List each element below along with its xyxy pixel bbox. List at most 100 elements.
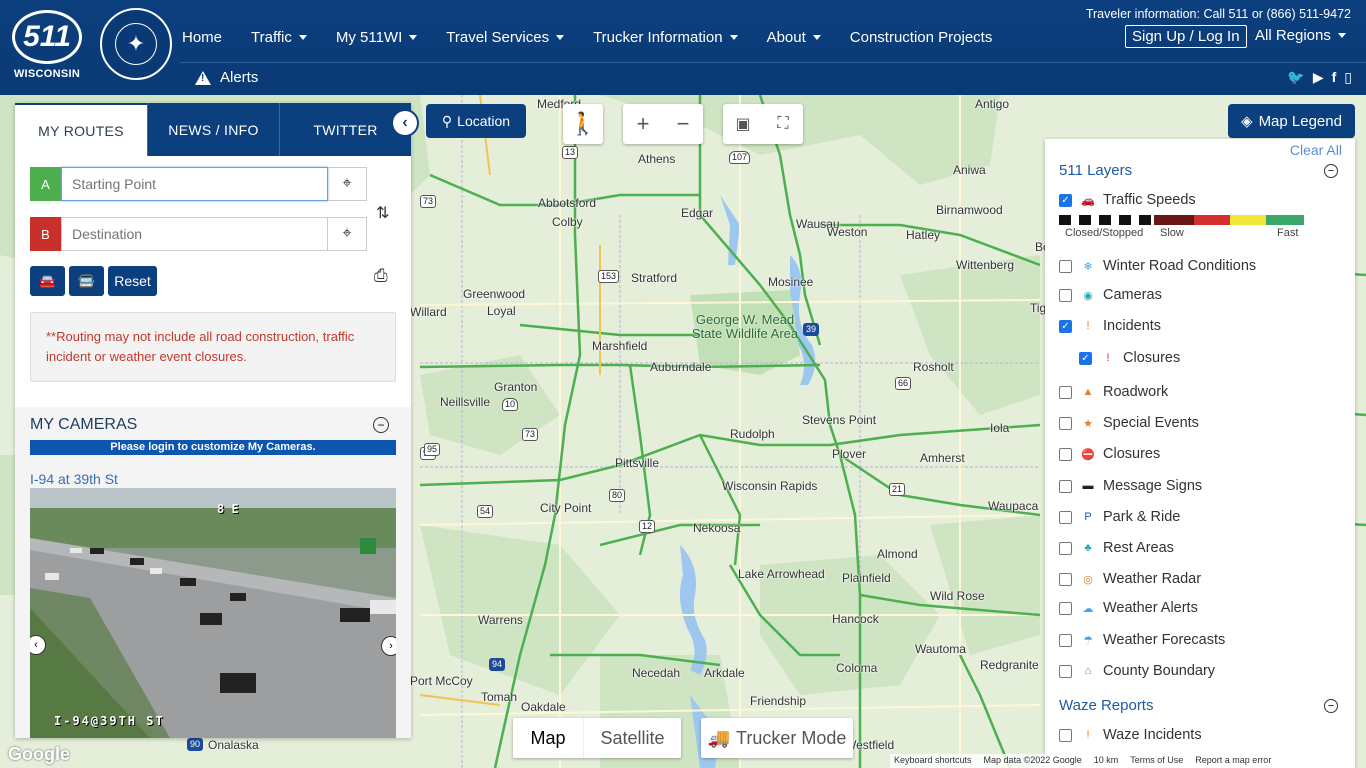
layer-incidents[interactable]: ✓! Incidents (1059, 316, 1161, 336)
layer-checkbox[interactable] (1059, 664, 1072, 678)
route-shield: 21 (889, 483, 906, 496)
layer-message-signs[interactable]: ▬ Message Signs (1059, 476, 1202, 496)
alerts-link[interactable]: Alerts (195, 69, 258, 86)
map-legend-button[interactable]: ◈ Map Legend (1228, 104, 1355, 138)
nav-trucker-information[interactable]: Trucker Information (593, 26, 738, 48)
parking-icon: P (1084, 511, 1092, 523)
layer-closures[interactable]: ⛔ Closures (1059, 444, 1160, 464)
layer-rest-areas[interactable]: ♣ Rest Areas (1059, 538, 1174, 558)
location-button[interactable]: ⚲ Location (426, 104, 526, 138)
layer-checkbox[interactable] (1059, 601, 1072, 615)
town-label: Stratford (631, 271, 678, 285)
zoom-out-button[interactable]: − (663, 111, 703, 137)
locate-dest-button[interactable]: ⌖ (328, 217, 367, 251)
layer-waze-incidents[interactable]: ! Waze Incidents (1059, 725, 1202, 745)
tab-twitter[interactable]: TWITTER (279, 103, 411, 156)
signup-login-button[interactable]: Sign Up / Log In (1125, 25, 1247, 48)
layer-county-boundary[interactable]: ⌂ County Boundary (1059, 661, 1215, 681)
layer-checkbox[interactable] (1059, 479, 1072, 493)
nav-construction-projects[interactable]: Construction Projects (850, 26, 993, 48)
traveler-info: Traveler information: Call 511 or (866) … (1085, 7, 1351, 21)
route-shield: 153 (598, 270, 620, 283)
attribution-item[interactable]: Report a map error (1195, 755, 1271, 767)
collapse-waze-button[interactable]: − (1324, 699, 1338, 713)
collapse-511-layers-button[interactable]: − (1324, 164, 1338, 178)
layer-winter-road-conditions[interactable]: ❄ Winter Road Conditions (1059, 256, 1256, 276)
town-label: Iola (990, 421, 1010, 435)
next-camera-button[interactable]: › (381, 636, 396, 656)
my-cameras-section: MY CAMERAS − Please login to customize M… (15, 407, 411, 738)
layer-checkbox[interactable] (1059, 385, 1072, 399)
speed-label-closed: Closed/Stopped (1065, 227, 1144, 239)
facebook-icon[interactable]: f (1332, 69, 1337, 86)
destination-input[interactable] (61, 217, 328, 251)
layer-weather-radar[interactable]: ◎ Weather Radar (1059, 569, 1201, 589)
warning-icon (195, 70, 211, 85)
layer-checkbox[interactable]: ✓ (1079, 351, 1092, 365)
login-to-customize-bar[interactable]: Please login to customize My Cameras. (30, 440, 396, 455)
camera-image[interactable]: 8 E I-94@39TH ST ‹ › (30, 488, 396, 738)
layer-park-ride[interactable]: P Park & Ride (1059, 507, 1180, 527)
twitter-icon[interactable]: 🐦 (1287, 69, 1304, 86)
tab-my-routes[interactable]: MY ROUTES (15, 103, 147, 156)
town-label: Birnamwood (936, 203, 1003, 217)
zoom-in-button[interactable]: + (623, 111, 663, 137)
layer-weather-forecasts[interactable]: ☂ Weather Forecasts (1059, 630, 1225, 650)
layer-checkbox[interactable] (1059, 541, 1072, 555)
layer-cameras[interactable]: ◉ Cameras (1059, 285, 1162, 305)
camera-location-overlay: I-94@39TH ST (54, 714, 165, 728)
map-layers-icon[interactable]: ⛶ (763, 115, 803, 133)
nav-traffic[interactable]: Traffic (251, 26, 307, 48)
map-type-satellite-button[interactable]: Satellite (583, 718, 681, 758)
regions-dropdown[interactable]: All Regions (1255, 27, 1346, 44)
layer-checkbox[interactable] (1059, 728, 1072, 742)
layer-roadwork[interactable]: ▲ Roadwork (1059, 382, 1168, 402)
layer-checkbox[interactable] (1059, 447, 1072, 461)
camera-name-link[interactable]: I-94 at 39th St (30, 471, 118, 487)
layer-checkbox[interactable] (1059, 633, 1072, 647)
attribution-item[interactable]: Keyboard shortcuts (894, 755, 972, 767)
trucker-mode-button[interactable]: 🚚 Trucker Mode (701, 718, 853, 758)
collapse-cameras-button[interactable]: − (373, 417, 389, 433)
youtube-icon[interactable]: ▶ (1313, 69, 1324, 86)
layer-traffic-speeds[interactable]: ✓ 🚗 Traffic Speeds (1059, 190, 1196, 210)
mobile-icon[interactable]: ▯ (1344, 69, 1352, 86)
waze-section-title: Waze Reports (1059, 697, 1154, 714)
layer-checkbox[interactable] (1059, 510, 1072, 524)
layer-closures[interactable]: ✓! Closures (1079, 348, 1180, 368)
tab-news-info[interactable]: NEWS / INFO (147, 103, 279, 156)
layer-weather-alerts[interactable]: ☁ Weather Alerts (1059, 598, 1198, 618)
my-cameras-title: MY CAMERAS (30, 416, 138, 433)
nav-home[interactable]: Home (182, 26, 222, 48)
clear-all-link[interactable]: Clear All (1290, 142, 1342, 158)
layer-checkbox[interactable]: ✓ (1059, 193, 1072, 207)
print-icon[interactable]: ⎙ (374, 266, 388, 286)
crosshair-icon: ⌖ (342, 225, 352, 242)
car-mode-button[interactable]: 🚘 (30, 266, 65, 296)
route-a-marker: A (30, 167, 61, 201)
nav-my-511wi[interactable]: My 511WI (336, 26, 418, 48)
locate-start-button[interactable]: ⌖ (328, 167, 367, 201)
save-map-icon[interactable]: ▣ (723, 114, 763, 134)
transit-mode-button[interactable]: 🚍 (69, 266, 104, 296)
layer-checkbox[interactable] (1059, 288, 1072, 302)
layer-checkbox[interactable]: ✓ (1059, 319, 1072, 333)
layer-checkbox[interactable] (1059, 416, 1072, 430)
street-view-pegman[interactable]: 🚶 (563, 104, 603, 144)
attribution-item[interactable]: Terms of Use (1130, 755, 1183, 767)
swap-route-button[interactable]: ⇅ (376, 203, 389, 223)
town-label: City Point (540, 501, 592, 515)
nav-about[interactable]: About (767, 26, 821, 48)
wi511-logo[interactable]: 511 WISCONSIN (8, 10, 86, 82)
chevron-right-icon: › (389, 640, 393, 652)
trucker-mode-label: Trucker Mode (736, 727, 847, 748)
nav-travel-services[interactable]: Travel Services (446, 26, 565, 48)
layer-checkbox[interactable] (1059, 572, 1072, 586)
layer-special-events[interactable]: ★ Special Events (1059, 413, 1199, 433)
starting-point-input[interactable] (61, 167, 328, 201)
reset-button[interactable]: Reset (108, 266, 157, 296)
speed-label-fast: Fast (1277, 227, 1299, 239)
map-type-map-button[interactable]: Map (513, 718, 583, 758)
collapse-panel-button[interactable]: ‹ (391, 109, 419, 137)
layer-checkbox[interactable] (1059, 259, 1072, 273)
